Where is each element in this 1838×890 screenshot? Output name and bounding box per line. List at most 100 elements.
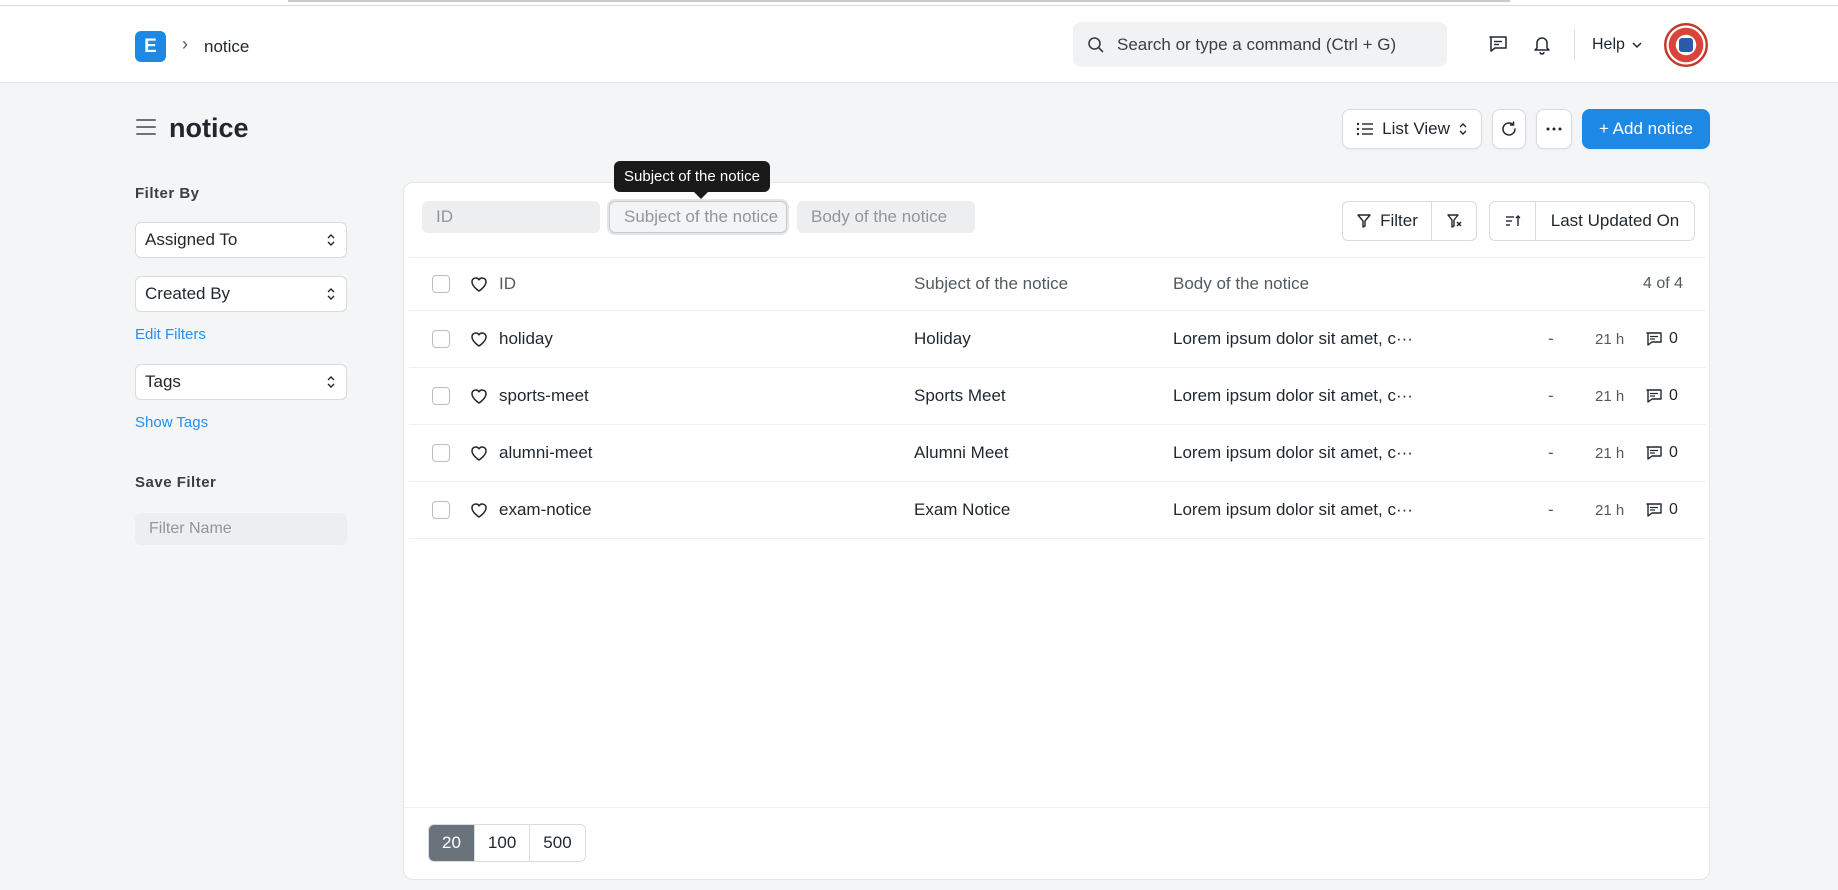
page-length-selector: 20 100 500	[428, 824, 586, 862]
funnel-icon	[1357, 214, 1371, 228]
row-assigned: -	[1548, 329, 1554, 348]
row-body: Lorem ipsum dolor sit amet, c···	[1173, 386, 1413, 405]
created-by-select[interactable]: Created By	[135, 276, 347, 312]
edit-filters-link[interactable]: Edit Filters	[135, 326, 206, 343]
row-subject: Exam Notice	[914, 500, 1011, 519]
scroll-indicator	[288, 0, 1510, 2]
comment-icon	[1646, 503, 1662, 517]
comment-count: 0	[1669, 501, 1678, 518]
updown-icon	[1459, 123, 1467, 135]
ellipsis-icon	[1546, 127, 1562, 131]
heart-icon[interactable]	[469, 330, 489, 348]
row-modified: 21 h	[1595, 330, 1625, 348]
row-modified: 21 h	[1595, 444, 1625, 462]
search-input[interactable]	[1117, 34, 1427, 55]
column-header-subject: Subject of the notice	[914, 274, 1069, 293]
page-title: notice	[169, 113, 249, 143]
row-body: Lorem ipsum dolor sit amet, c···	[1173, 329, 1413, 348]
list-row[interactable]: holiday Holiday Lorem ipsum dolor sit am…	[409, 311, 1706, 368]
updown-icon	[327, 376, 335, 388]
created-by-label: Created By	[145, 284, 231, 303]
page-length-20[interactable]: 20	[429, 825, 475, 861]
list-header: ID Subject of the notice Body of the not…	[409, 257, 1706, 311]
row-modified: 21 h	[1595, 387, 1625, 405]
heart-icon[interactable]	[469, 275, 489, 293]
page-length-500[interactable]: 500	[530, 825, 585, 861]
avatar[interactable]	[1664, 23, 1708, 67]
row-modified: 21 h	[1595, 501, 1625, 519]
sort-icon	[1505, 215, 1520, 226]
row-assigned: -	[1548, 443, 1554, 462]
bell-icon[interactable]	[1530, 32, 1554, 56]
row-assigned: -	[1548, 500, 1554, 519]
navbar: E › notice Help	[0, 6, 1838, 83]
assigned-to-select[interactable]: Assigned To	[135, 222, 347, 258]
id-filter-input[interactable]	[422, 201, 600, 233]
help-label: Help	[1592, 36, 1625, 53]
help-dropdown[interactable]: Help	[1592, 36, 1643, 54]
row-id-link[interactable]: holiday	[499, 329, 553, 349]
row-checkbox[interactable]	[432, 387, 450, 405]
heart-icon[interactable]	[469, 444, 489, 462]
chevron-right-icon: ›	[182, 34, 188, 54]
row-comments[interactable]: 0	[1645, 501, 1678, 519]
save-filter-heading: Save Filter	[135, 474, 217, 491]
row-id-link[interactable]: exam-notice	[499, 500, 592, 520]
row-checkbox[interactable]	[432, 501, 450, 519]
sidebar-toggle-icon[interactable]	[136, 119, 156, 135]
chevron-down-icon	[1632, 42, 1642, 49]
more-actions-button[interactable]	[1536, 109, 1572, 149]
refresh-icon	[1502, 121, 1516, 136]
result-count: 4 of 4	[1642, 275, 1683, 292]
tags-select[interactable]: Tags	[135, 364, 347, 400]
row-id-link[interactable]: alumni-meet	[499, 443, 593, 463]
add-notice-button[interactable]: + Add notice	[1582, 109, 1710, 149]
app-logo[interactable]: E	[135, 31, 166, 62]
list-view-label: List View	[1382, 119, 1450, 138]
row-checkbox[interactable]	[432, 330, 450, 348]
row-body: Lorem ipsum dolor sit amet, c···	[1173, 443, 1413, 462]
list-row[interactable]: exam-notice Exam Notice Lorem ipsum dolo…	[409, 482, 1706, 539]
filter-button[interactable]: Filter	[1342, 201, 1432, 241]
row-comments[interactable]: 0	[1645, 387, 1678, 405]
refresh-button[interactable]	[1492, 109, 1526, 149]
show-tags-link[interactable]: Show Tags	[135, 414, 208, 431]
assigned-to-label: Assigned To	[145, 230, 238, 249]
subject-filter-input[interactable]	[609, 201, 787, 233]
row-checkbox[interactable]	[432, 444, 450, 462]
filter-by-heading: Filter By	[135, 185, 200, 202]
filter-name-input[interactable]	[135, 513, 347, 545]
row-assigned: -	[1548, 386, 1554, 405]
clear-filter-icon	[1447, 214, 1462, 228]
row-comments[interactable]: 0	[1645, 330, 1678, 348]
updown-icon	[327, 288, 335, 300]
row-subject: Sports Meet	[914, 386, 1006, 405]
list-view-button[interactable]: List View	[1342, 109, 1482, 149]
body-filter-input[interactable]	[797, 201, 975, 233]
sort-by-button[interactable]: Last Updated On	[1535, 201, 1695, 241]
row-id-link[interactable]: sports-meet	[499, 386, 589, 406]
chat-icon[interactable]	[1486, 32, 1510, 56]
awesomebar[interactable]	[1073, 22, 1447, 67]
list-panel: Subject of the notice Filter Last Update…	[403, 161, 1710, 880]
list-icon	[1356, 122, 1374, 136]
select-all-checkbox[interactable]	[432, 275, 450, 293]
tags-label: Tags	[145, 372, 181, 391]
clear-filter-button[interactable]	[1431, 201, 1477, 241]
heart-icon[interactable]	[469, 387, 489, 405]
list-row[interactable]: sports-meet Sports Meet Lorem ipsum dolo…	[409, 368, 1706, 425]
sort-order-button[interactable]	[1489, 201, 1536, 241]
filter-label: Filter	[1380, 211, 1418, 230]
comment-icon	[1646, 332, 1662, 346]
comment-count: 0	[1669, 444, 1678, 461]
page-length-100[interactable]: 100	[474, 825, 531, 861]
row-body: Lorem ipsum dolor sit amet, c···	[1173, 500, 1413, 519]
breadcrumb[interactable]: notice	[204, 37, 249, 57]
row-comments[interactable]: 0	[1645, 444, 1678, 462]
list-row[interactable]: alumni-meet Alumni Meet Lorem ipsum dolo…	[409, 425, 1706, 482]
updown-icon	[327, 234, 335, 246]
navbar-divider	[1574, 30, 1575, 60]
comment-count: 0	[1669, 387, 1678, 404]
column-header-id: ID	[499, 274, 516, 293]
heart-icon[interactable]	[469, 501, 489, 519]
